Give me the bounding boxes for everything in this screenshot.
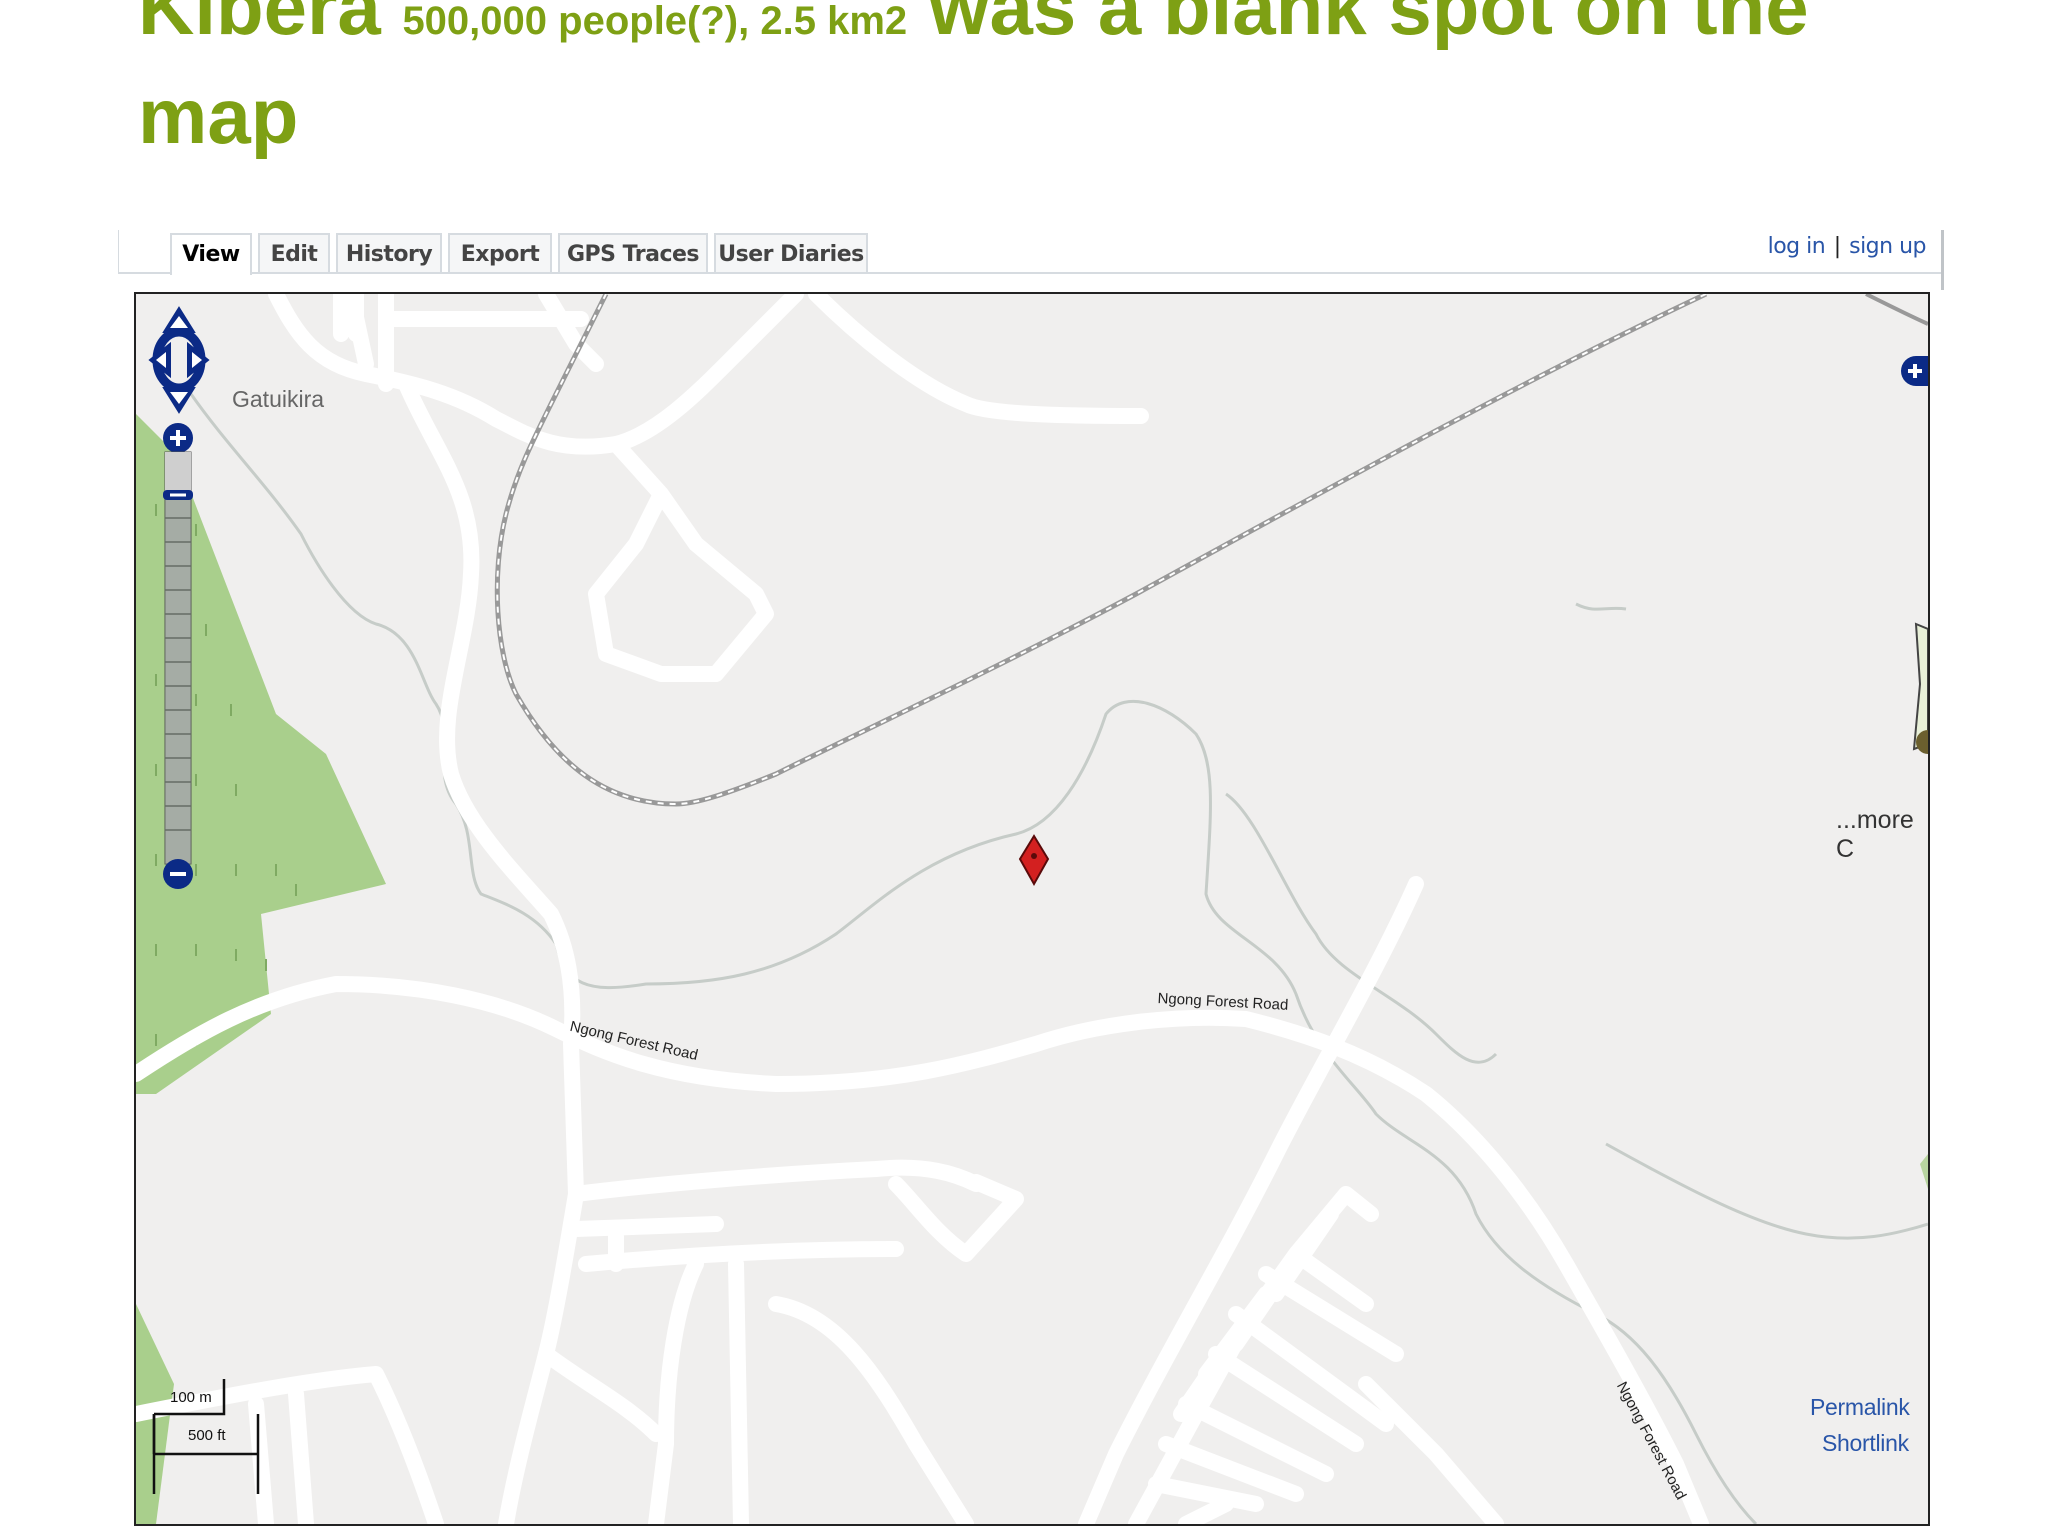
zoom-control (163, 423, 193, 889)
map-marker-icon (1018, 834, 1050, 887)
tab-history[interactable]: History (336, 233, 442, 272)
map-canvas[interactable]: Gatuikira ...more C Ngong Forest Road Ng… (134, 292, 1930, 1526)
title-line2: map (138, 72, 299, 160)
more-label: ...more C (1836, 806, 1914, 863)
user-links: log in | sign up (1768, 234, 1927, 259)
place-label-gatuikira: Gatuikira (232, 386, 325, 412)
zoom-in-icon (163, 423, 193, 453)
streams (189, 393, 1928, 1524)
tab-view[interactable]: View (170, 233, 252, 275)
tab-edit[interactable]: Edit (258, 233, 330, 272)
tab-user-diaries[interactable]: User Diaries (714, 233, 868, 272)
title-rest: was a blank spot on the (928, 0, 1809, 51)
title-main: Kibera (138, 0, 381, 51)
osm-screenshot: View Edit History Export GPS Traces User… (118, 230, 1944, 1536)
shortlink-link[interactable]: Shortlink (1822, 1430, 1909, 1457)
title-stats: 500,000 people(?), 2.5 km2 (402, 0, 908, 43)
login-link[interactable]: log in (1768, 234, 1826, 259)
map-tiles (136, 294, 1928, 1524)
user-links-separator: | (1833, 234, 1841, 259)
permalink-link[interactable]: Permalink (1810, 1394, 1910, 1421)
tab-export[interactable]: Export (448, 233, 552, 272)
scale-imperial-label: 500 ft (188, 1427, 226, 1444)
zoom-slider-handle (163, 490, 193, 500)
zoom-out-icon (163, 859, 193, 889)
scale-metric-label: 100 m (170, 1389, 212, 1406)
slide-title: Kibera 500,000 people(?), 2.5 km2 was a … (138, 0, 2018, 164)
tab-gps-traces[interactable]: GPS Traces (558, 233, 708, 272)
signup-link[interactable]: sign up (1849, 234, 1926, 259)
road-network (136, 294, 1709, 1524)
pan-control (148, 306, 210, 414)
tab-bar: View Edit History Export GPS Traces User… (118, 230, 1944, 290)
layer-switcher-icon[interactable] (1900, 354, 1928, 388)
